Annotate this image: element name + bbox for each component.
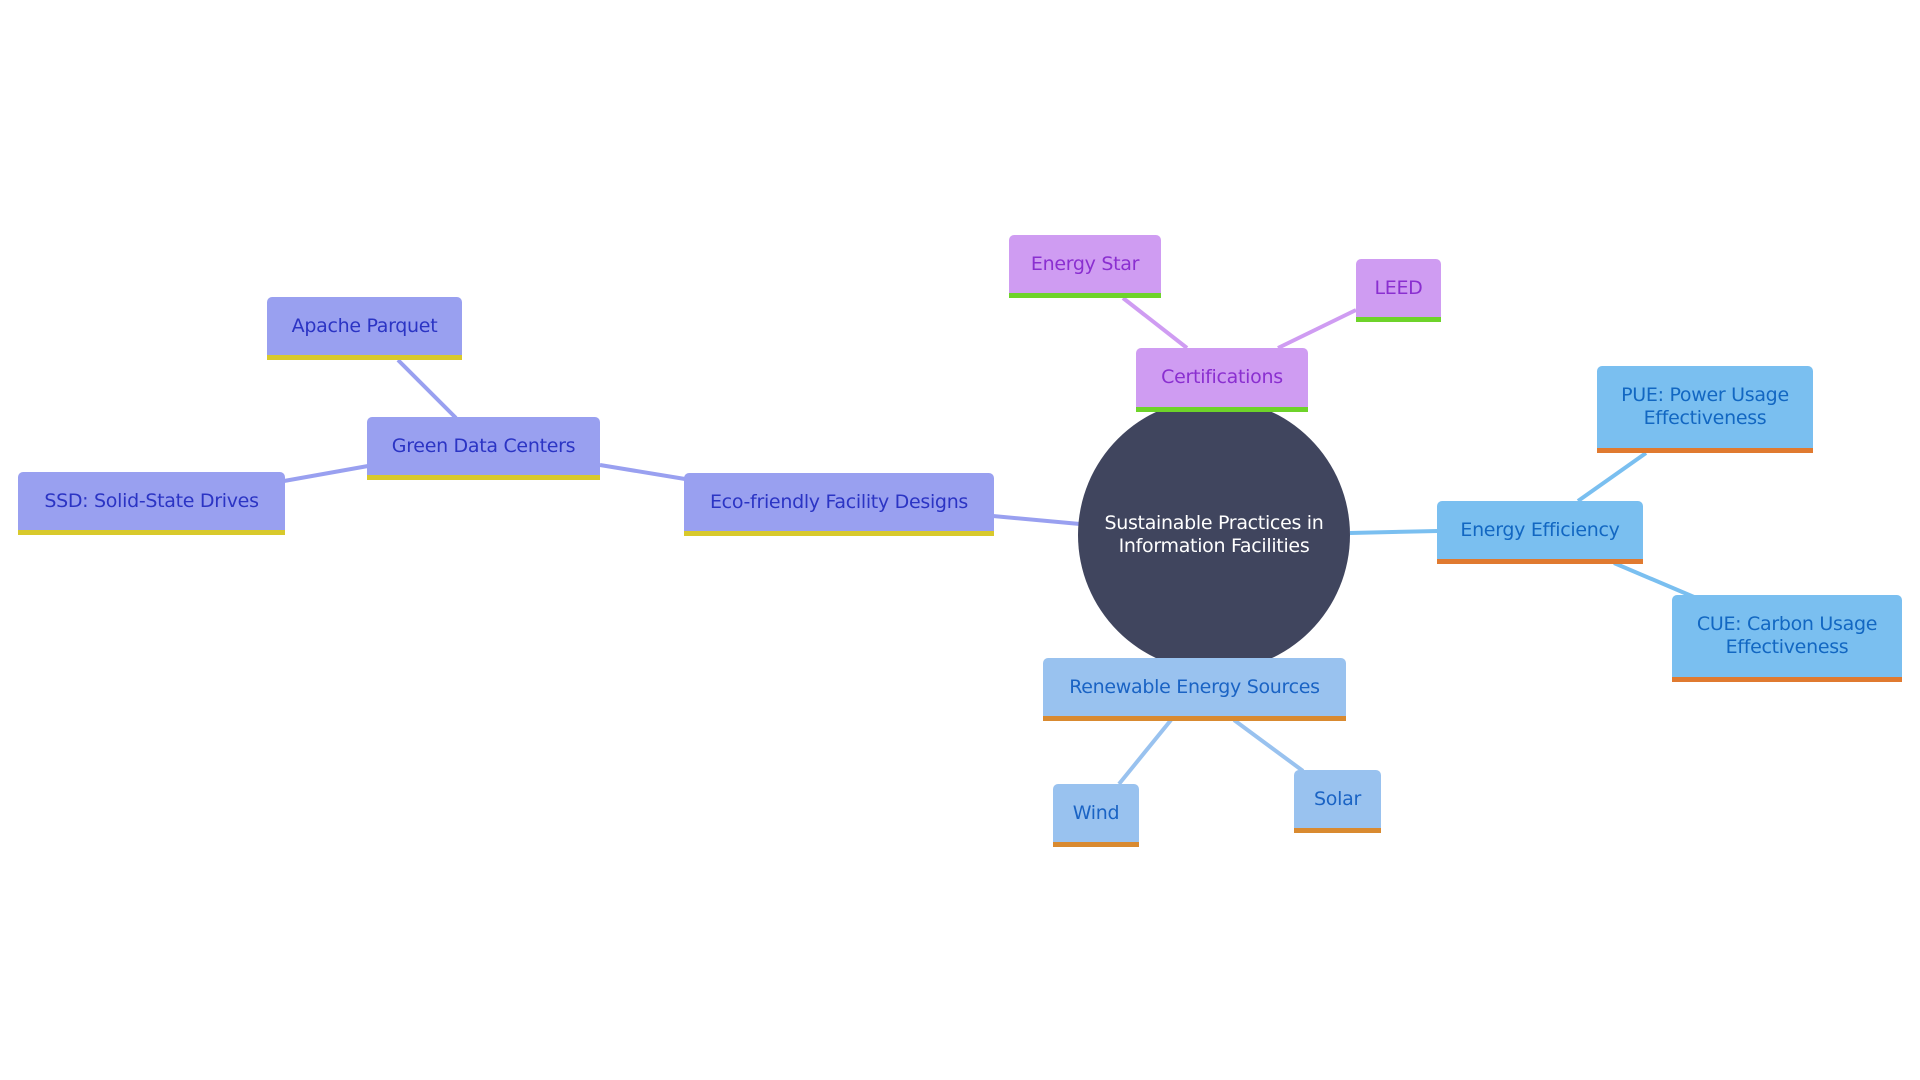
root-node[interactable]: Sustainable Practices in Information Fac…: [1078, 399, 1350, 671]
node-label: Eco-friendly Facility Designs: [709, 490, 969, 513]
node-solar[interactable]: Solar: [1294, 770, 1381, 833]
edge-ren-wind: [1117, 718, 1173, 786]
node-label: Wind: [1072, 801, 1120, 824]
edge-cert-leed: [1277, 308, 1357, 350]
node-label: SSD: Solid-State Drives: [44, 489, 259, 512]
node-label: Energy Efficiency: [1460, 518, 1620, 541]
node-pue[interactable]: PUE: Power Usage Effectiveness: [1597, 366, 1813, 453]
node-eco-friendly-facility-designs[interactable]: Eco-friendly Facility Designs: [684, 473, 994, 536]
node-label: PUE: Power Usage Effectiveness: [1621, 384, 1789, 429]
node-label: Solar: [1314, 787, 1361, 810]
edge-eff-cue: [1613, 561, 1695, 599]
node-wind[interactable]: Wind: [1053, 784, 1139, 847]
node-label: LEED: [1374, 276, 1423, 299]
node-energy-star[interactable]: Energy Star: [1009, 235, 1161, 298]
node-label: CUE: Carbon Usage Effectiveness: [1696, 613, 1878, 658]
node-apache-parquet[interactable]: Apache Parquet: [267, 297, 462, 360]
root-label: Sustainable Practices in Information Fac…: [1104, 512, 1324, 557]
node-cue[interactable]: CUE: Carbon Usage Effectiveness: [1672, 595, 1902, 682]
node-label: Green Data Centers: [391, 434, 576, 457]
node-leed[interactable]: LEED: [1356, 259, 1441, 322]
node-label: Energy Star: [1030, 252, 1140, 275]
node-label: Apache Parquet: [291, 314, 438, 337]
node-label: Renewable Energy Sources: [1069, 675, 1320, 698]
edge-green-ssd: [283, 464, 369, 483]
edge-root-eco: [992, 514, 1081, 526]
node-label: Certifications: [1161, 366, 1283, 388]
edge-cert-estar: [1121, 296, 1189, 350]
edge-eff-pue: [1576, 451, 1648, 503]
edge-eco-green: [599, 463, 686, 481]
node-ssd-solid-state-drives[interactable]: SSD: Solid-State Drives: [18, 472, 285, 535]
node-renewable-energy-sources[interactable]: Renewable Energy Sources: [1043, 658, 1346, 721]
edge-root-eff: [1349, 529, 1439, 535]
edge-green-parquet: [396, 358, 458, 420]
edge-ren-solar: [1232, 718, 1305, 773]
node-green-data-centers[interactable]: Green Data Centers: [367, 417, 600, 480]
node-certifications[interactable]: Certifications: [1136, 348, 1308, 412]
node-energy-efficiency[interactable]: Energy Efficiency: [1437, 501, 1643, 564]
